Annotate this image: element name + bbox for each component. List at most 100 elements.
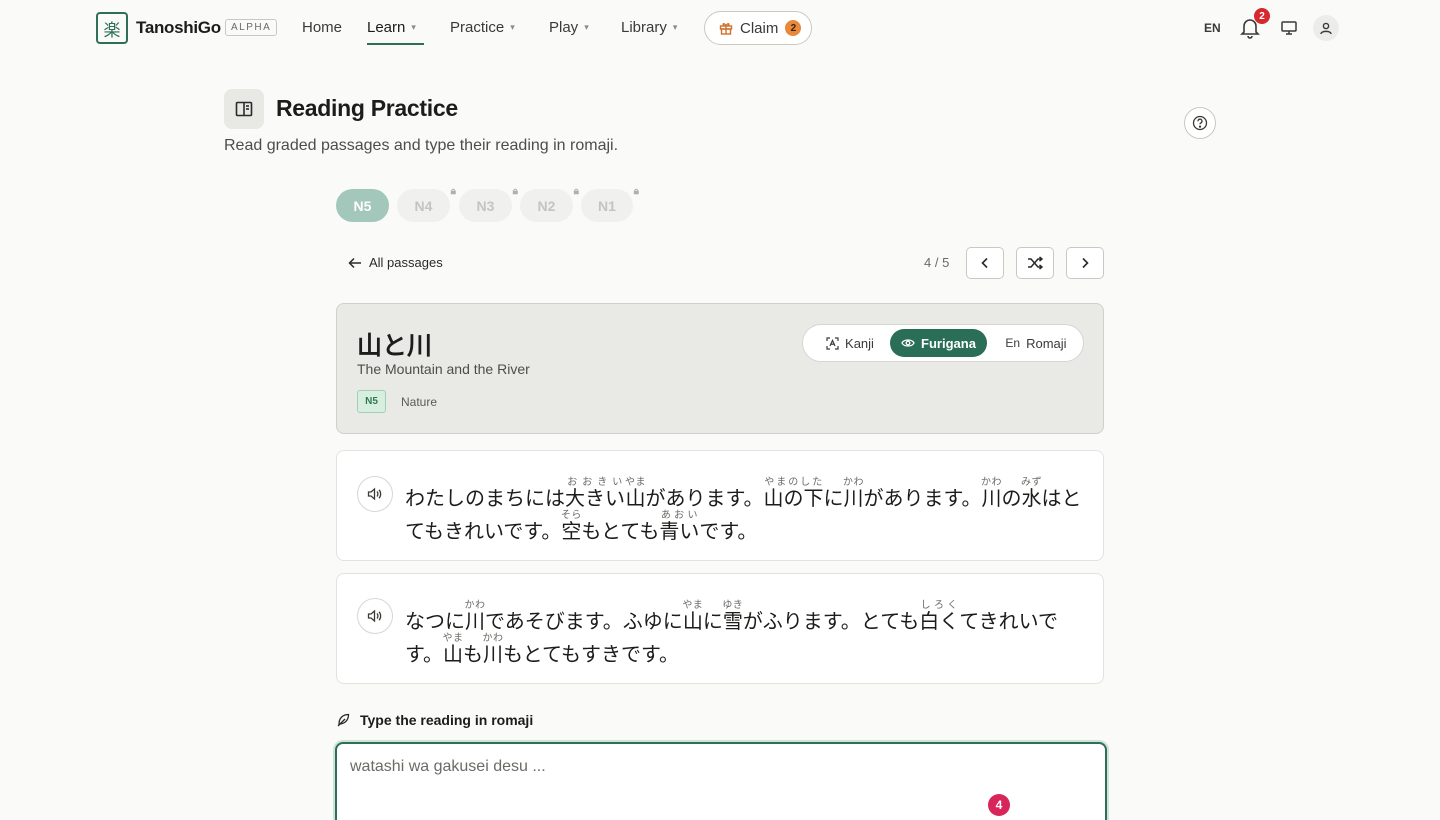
- sentence-segment: がふります。とても: [742, 609, 920, 633]
- sentence-card: わたしのまちには大きいおおきい山やまがあります。山の下やまのしたに川かわがありま…: [336, 450, 1104, 561]
- page-subtitle: Read graded passages and type their read…: [224, 137, 619, 154]
- sentence-segment: の: [1001, 486, 1022, 510]
- furigana-word: 山やま: [682, 600, 704, 633]
- sentence-segment: に: [823, 486, 844, 510]
- nav-practice[interactable]: Practice ▾: [450, 19, 515, 36]
- level-n2[interactable]: N2 🔒︎: [520, 186, 579, 222]
- chevron-down-icon: ▾: [672, 22, 678, 32]
- nav-learn[interactable]: Learn ▾: [367, 19, 416, 36]
- furigana-word: 川かわ: [464, 600, 486, 633]
- level-n4[interactable]: N4 🔒︎: [397, 186, 456, 222]
- furigana-reading: やま: [682, 600, 704, 611]
- shuffle-button[interactable]: [1016, 247, 1054, 279]
- mode-romaji[interactable]: En Romaji: [995, 329, 1077, 357]
- top-navbar: 楽 TanoshiGo ALPHA Home Learn ▾ Practice …: [0, 0, 1440, 56]
- brand-name[interactable]: TanoshiGo: [136, 18, 221, 38]
- mode-kanji[interactable]: Kanji: [809, 329, 891, 357]
- nav-library-label: Library: [621, 19, 667, 36]
- user-icon: [1320, 22, 1332, 35]
- level-label: N3: [476, 197, 495, 214]
- level-tag: N5: [357, 390, 386, 413]
- furigana-word: 空そら: [560, 510, 582, 543]
- active-nav-indicator: [367, 43, 424, 45]
- help-icon: [1192, 115, 1208, 131]
- help-button[interactable]: [1184, 107, 1216, 139]
- book-icon: [224, 89, 264, 129]
- eye-icon: [901, 339, 915, 347]
- level-label: N1: [598, 197, 616, 214]
- nav-practice-label: Practice: [450, 19, 505, 36]
- passage-subtitle: The Mountain and the River: [357, 361, 530, 377]
- furigana-reading: かわ: [482, 633, 504, 644]
- logo-icon[interactable]: 楽: [96, 12, 128, 44]
- furigana-word: 白くしろく: [919, 600, 960, 633]
- nav-home[interactable]: Home: [302, 19, 342, 36]
- notification-badge: 2: [1254, 8, 1270, 24]
- furigana-word: 青いあおい: [659, 510, 700, 543]
- furigana-reading: かわ: [843, 477, 864, 488]
- sentence-segment: もとてもすきです。: [503, 642, 679, 666]
- sentence-segment: もとても: [581, 519, 660, 543]
- furigana-reading: やまのした: [763, 477, 824, 488]
- furigana-word: 川かわ: [843, 477, 864, 510]
- level-n5[interactable]: N5: [336, 189, 389, 222]
- lock-icon: 🔒︎: [633, 186, 639, 197]
- prev-passage-button[interactable]: [966, 247, 1004, 279]
- mode-kanji-label: Kanji: [845, 335, 874, 351]
- answer-label: Type the reading in romaji: [336, 712, 533, 728]
- sentence-card: なつに川かわであそびます。ふゆに山やまに雪ゆきがふります。とても白くしろくてきれ…: [336, 573, 1104, 684]
- sentence-segment: があります。: [863, 486, 982, 510]
- furigana-reading: そら: [560, 510, 582, 521]
- sentence-text: わたしのまちには大きいおおきい山やまがあります。山の下やまのしたに川かわがありま…: [405, 477, 1085, 548]
- helper-count-badge[interactable]: 4: [988, 794, 1010, 816]
- level-n1[interactable]: N1 🔒︎: [581, 186, 639, 222]
- passage-counter: 4 / 5: [924, 255, 950, 270]
- level-label: N4: [414, 197, 433, 214]
- nav-learn-label: Learn: [367, 19, 406, 36]
- all-passages-link[interactable]: All passages: [348, 255, 443, 270]
- sentence-segment: であそびます。ふゆに: [485, 609, 683, 633]
- sentence-segment: です。: [699, 519, 758, 543]
- furigana-reading: ゆき: [722, 600, 744, 611]
- arrow-left-icon: [348, 257, 361, 268]
- furigana-word: 水みず: [1021, 477, 1042, 510]
- nav-library[interactable]: Library ▾: [621, 19, 677, 36]
- furigana-reading: しろく: [919, 600, 960, 611]
- furigana-reading: かわ: [981, 477, 1002, 488]
- nav-play[interactable]: Play ▾: [549, 19, 589, 36]
- furigana-word: 山の下やまのした: [763, 477, 824, 510]
- gift-icon: [719, 23, 733, 35]
- furigana-word: 山やま: [442, 633, 464, 666]
- claim-button[interactable]: Claim 2: [704, 11, 812, 45]
- furigana-reading: かわ: [464, 600, 486, 611]
- language-switch[interactable]: EN: [1204, 21, 1221, 35]
- next-passage-button[interactable]: [1066, 247, 1104, 279]
- passage-title: 山と川: [357, 331, 433, 360]
- chevron-down-icon: ▾: [584, 22, 589, 32]
- chevron-right-icon: [1082, 257, 1089, 269]
- play-audio-button[interactable]: [357, 598, 393, 634]
- passage-header-card: 山と川 The Mountain and the River N5 Nature…: [336, 303, 1104, 434]
- claim-count-badge: 2: [785, 20, 802, 36]
- speaker-icon: [367, 609, 382, 623]
- chevron-left-icon: [981, 257, 988, 269]
- page-title: Reading Practice: [276, 95, 458, 121]
- furigana-word: 山やま: [625, 477, 646, 510]
- avatar[interactable]: [1313, 15, 1339, 41]
- level-n3[interactable]: N3 🔒︎: [459, 186, 518, 222]
- display-mode-toggle: Kanji Furigana En Romaji: [802, 324, 1084, 362]
- mode-furigana-label: Furigana: [921, 335, 976, 351]
- kanji-icon: [826, 336, 839, 350]
- furigana-reading: あおい: [659, 510, 700, 521]
- lock-icon: 🔒︎: [512, 186, 518, 197]
- mode-furigana[interactable]: Furigana: [890, 329, 987, 357]
- nav-play-label: Play: [549, 19, 579, 36]
- furigana-word: 大きいおおきい: [565, 477, 625, 510]
- sentence-segment: に: [702, 609, 723, 633]
- feather-icon: [337, 713, 350, 727]
- nav-home-label: Home: [302, 19, 343, 36]
- chevron-down-icon: ▾: [411, 22, 416, 32]
- category-label: Nature: [401, 395, 438, 409]
- monitor-icon[interactable]: [1280, 19, 1298, 37]
- play-audio-button[interactable]: [357, 476, 393, 512]
